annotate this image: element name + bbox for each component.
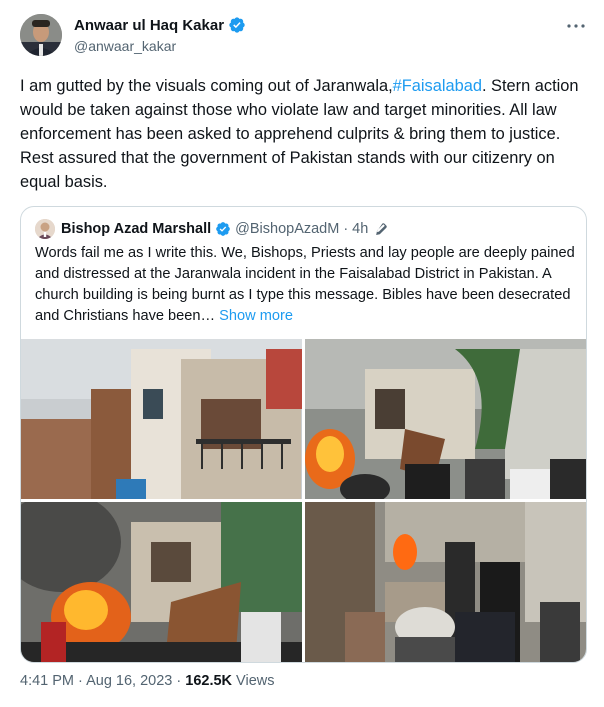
tweet-text-part1: I am gutted by the visuals coming out of… [20, 77, 393, 95]
quoted-separator: · [343, 221, 349, 237]
views-count[interactable]: 162.5K [185, 673, 232, 689]
hashtag-link[interactable]: #Faisalabad [393, 77, 482, 95]
author-handle[interactable]: @anwaar_kakar [74, 38, 176, 54]
quoted-author-avatar[interactable] [35, 219, 55, 239]
tweet-meta: 4:41 PM · Aug 16, 2023 · 162.5K Views [20, 673, 274, 689]
author-name-row: Anwaar ul Haq Kakar [74, 16, 246, 34]
quoted-tweet-header: Bishop Azad Marshall @BishopAzadM · 4h [35, 219, 388, 239]
quoted-tweet-text: Words fail me as I write this. We, Bisho… [35, 243, 575, 327]
quoted-tweet[interactable]: Bishop Azad Marshall @BishopAzadM · 4h W… [20, 206, 587, 663]
quoted-display-name[interactable]: Bishop Azad Marshall [61, 221, 211, 237]
media-image-4[interactable] [305, 502, 586, 662]
show-more-link[interactable]: Show more [219, 308, 293, 324]
meta-separator: · [172, 673, 186, 689]
edited-pencil-icon[interactable] [374, 222, 388, 236]
media-image-2[interactable] [305, 339, 586, 499]
author-display-name[interactable]: Anwaar ul Haq Kakar [74, 17, 224, 34]
quoted-handle[interactable]: @BishopAzadM [235, 221, 339, 237]
quoted-timestamp[interactable]: 4h [352, 221, 368, 237]
quoted-verified-badge-icon [216, 222, 230, 236]
media-grid [21, 339, 586, 662]
tweet-time[interactable]: 4:41 PM [20, 673, 74, 689]
more-dots-icon[interactable] [564, 14, 588, 38]
views-label: Views [232, 673, 275, 689]
tweet-text: I am gutted by the visuals coming out of… [20, 74, 590, 194]
media-image-1[interactable] [21, 339, 302, 499]
quoted-text-body: Words fail me as I write this. We, Bisho… [35, 245, 575, 324]
verified-badge-icon [229, 17, 245, 33]
author-avatar[interactable] [20, 14, 62, 56]
meta-separator: · [74, 673, 87, 689]
media-image-3[interactable] [21, 502, 302, 662]
tweet-date[interactable]: Aug 16, 2023 [86, 673, 172, 689]
tweet-card: Anwaar ul Haq Kakar @anwaar_kakar I am g… [0, 0, 604, 707]
